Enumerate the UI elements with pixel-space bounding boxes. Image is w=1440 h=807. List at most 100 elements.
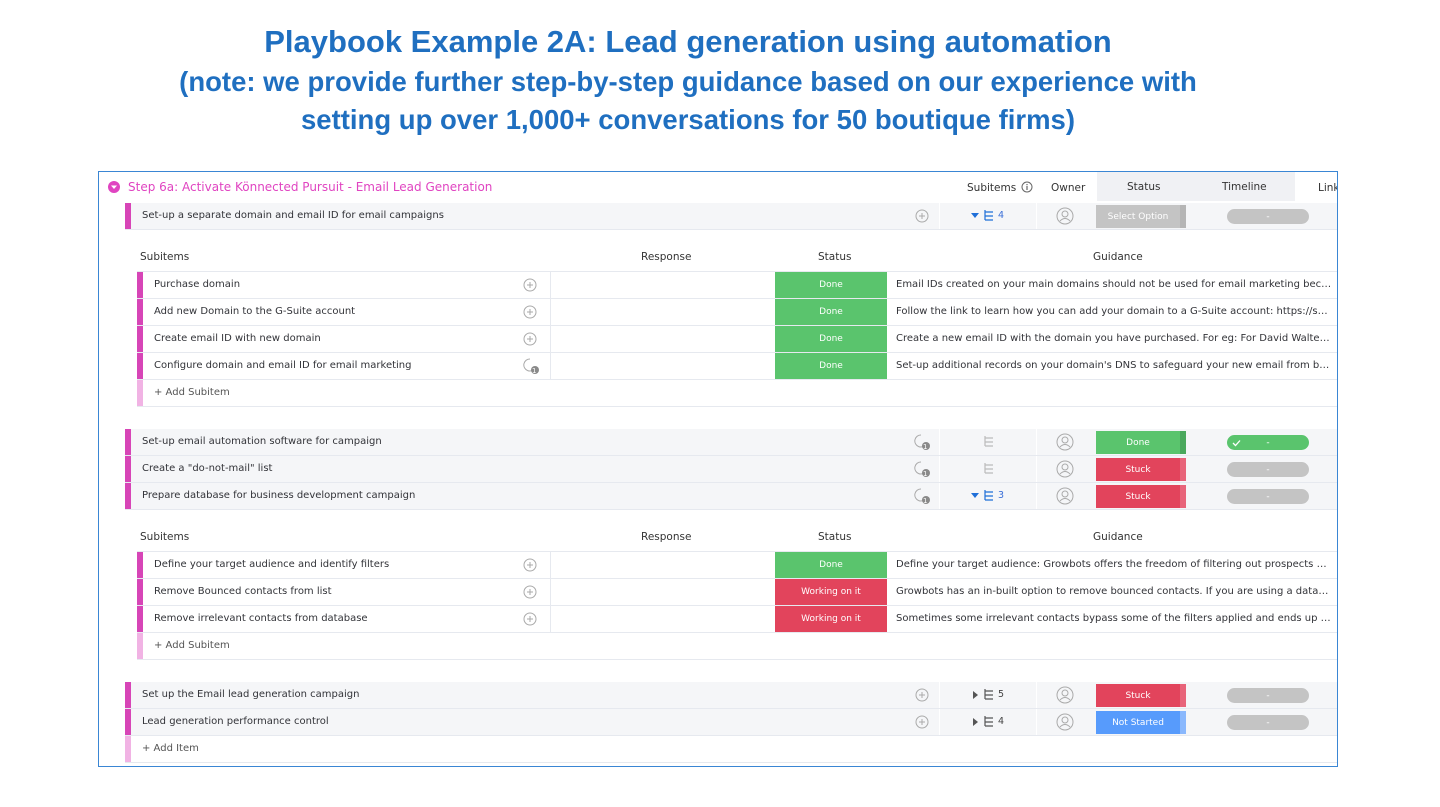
- item-name[interactable]: Set-up email automation software for cam…: [142, 436, 882, 447]
- guidance-text[interactable]: Sometimes some irrelevant contacts bypas…: [896, 613, 1332, 624]
- timeline-pill[interactable]: -: [1227, 688, 1309, 703]
- add-update-icon[interactable]: [523, 305, 537, 319]
- subtable-header-response[interactable]: Response: [641, 251, 691, 263]
- add-update-icon[interactable]: [523, 612, 537, 626]
- subitems-icon[interactable]: [983, 209, 995, 221]
- item-row[interactable]: Set-up a separate domain and email ID fo…: [125, 203, 1337, 230]
- add-subitem-button[interactable]: + Add Subitem: [154, 387, 230, 398]
- subitems-icon[interactable]: [983, 715, 995, 727]
- subitems-icon[interactable]: [983, 435, 995, 447]
- item-row[interactable]: Create a "do-not-mail" list 1 Stuck -: [125, 456, 1337, 483]
- column-header-status[interactable]: Status: [1127, 181, 1160, 193]
- subtable-header-status[interactable]: Status: [818, 251, 851, 263]
- add-update-icon[interactable]: [523, 332, 537, 346]
- subitem-row[interactable]: Remove irrelevant contacts from database…: [137, 606, 1337, 633]
- expand-subitems-icon[interactable]: [971, 213, 979, 219]
- status-badge[interactable]: Stuck: [1096, 458, 1180, 481]
- group-title[interactable]: Step 6a: Activate Könnected Pursuit - Em…: [128, 180, 492, 194]
- subitems-icon[interactable]: [983, 489, 995, 501]
- updates-bubble-icon[interactable]: [523, 358, 539, 374]
- updates-bubble-icon[interactable]: [914, 488, 930, 504]
- subtable-header-subitems[interactable]: Subitems: [140, 531, 189, 543]
- owner-avatar-icon[interactable]: [1056, 433, 1074, 451]
- item-row[interactable]: Prepare database for business developmen…: [125, 483, 1337, 510]
- column-header-subitems[interactable]: Subitems: [967, 182, 1016, 194]
- add-subitem-row[interactable]: + Add Subitem: [137, 380, 1337, 407]
- status-badge[interactable]: Done: [775, 552, 887, 578]
- add-update-icon[interactable]: [915, 715, 929, 729]
- item-row[interactable]: Set-up email automation software for cam…: [125, 429, 1337, 456]
- guidance-text[interactable]: Email IDs created on your main domains s…: [896, 279, 1332, 290]
- owner-avatar-icon[interactable]: [1056, 207, 1074, 225]
- subtable-header-response[interactable]: Response: [641, 531, 691, 543]
- add-update-icon[interactable]: [915, 209, 929, 223]
- timeline-pill[interactable]: -: [1227, 435, 1309, 450]
- guidance-text[interactable]: Define your target audience: Growbots of…: [896, 559, 1332, 570]
- item-name[interactable]: Set up the Email lead generation campaig…: [142, 689, 882, 700]
- item-row[interactable]: Set up the Email lead generation campaig…: [125, 682, 1337, 709]
- add-subitem-row[interactable]: + Add Subitem: [137, 633, 1337, 660]
- status-badge[interactable]: Done: [775, 272, 887, 298]
- updates-bubble-icon[interactable]: [914, 434, 930, 450]
- subitem-row[interactable]: Add new Domain to the G-Suite account Do…: [137, 299, 1337, 326]
- guidance-text[interactable]: Set-up additional records on your domain…: [896, 360, 1332, 371]
- status-badge[interactable]: Not Started: [1096, 711, 1180, 734]
- add-update-icon[interactable]: [523, 278, 537, 292]
- add-item-button[interactable]: + Add Item: [142, 743, 199, 754]
- owner-avatar-icon[interactable]: [1056, 686, 1074, 704]
- timeline-pill[interactable]: -: [1227, 462, 1309, 477]
- column-header-link[interactable]: Link: [1318, 182, 1337, 194]
- status-badge[interactable]: Select Option: [1096, 205, 1180, 228]
- status-badge[interactable]: Done: [775, 299, 887, 325]
- item-name[interactable]: Create a "do-not-mail" list: [142, 463, 882, 474]
- collapse-group-icon[interactable]: [108, 181, 120, 193]
- status-badge[interactable]: Working on it: [775, 606, 887, 632]
- subtable-header-guidance[interactable]: Guidance: [1093, 531, 1143, 543]
- subitem-row[interactable]: Remove Bounced contacts from list Workin…: [137, 579, 1337, 606]
- status-badge[interactable]: Stuck: [1096, 684, 1180, 707]
- add-update-icon[interactable]: [523, 585, 537, 599]
- column-header-timeline[interactable]: Timeline: [1222, 181, 1267, 193]
- owner-avatar-icon[interactable]: [1056, 487, 1074, 505]
- subitem-name[interactable]: Create email ID with new domain: [154, 333, 504, 344]
- status-badge[interactable]: Stuck: [1096, 485, 1180, 508]
- subitem-row[interactable]: Define your target audience and identify…: [137, 552, 1337, 579]
- subitem-name[interactable]: Configure domain and email ID for email …: [154, 360, 504, 371]
- add-item-row[interactable]: + Add Item: [125, 736, 1337, 763]
- guidance-text[interactable]: Growbots has an in-built option to remov…: [896, 586, 1332, 597]
- subitem-name[interactable]: Define your target audience and identify…: [154, 559, 504, 570]
- status-badge[interactable]: Done: [775, 353, 887, 379]
- subitems-icon[interactable]: [983, 462, 995, 474]
- timeline-pill[interactable]: -: [1227, 489, 1309, 504]
- guidance-text[interactable]: Follow the link to learn how you can add…: [896, 306, 1332, 317]
- item-name[interactable]: Set-up a separate domain and email ID fo…: [142, 210, 882, 221]
- subtable-header-status[interactable]: Status: [818, 531, 851, 543]
- expand-subitems-icon[interactable]: [973, 718, 979, 726]
- add-update-icon[interactable]: [523, 558, 537, 572]
- owner-avatar-icon[interactable]: [1056, 713, 1074, 731]
- timeline-pill[interactable]: -: [1227, 715, 1309, 730]
- subitem-name[interactable]: Remove Bounced contacts from list: [154, 586, 504, 597]
- item-name[interactable]: Prepare database for business developmen…: [142, 490, 882, 501]
- subitem-name[interactable]: Purchase domain: [154, 279, 504, 290]
- subtable-header-subitems[interactable]: Subitems: [140, 251, 189, 263]
- add-subitem-button[interactable]: + Add Subitem: [154, 640, 230, 651]
- subitem-name[interactable]: Add new Domain to the G-Suite account: [154, 306, 504, 317]
- guidance-text[interactable]: Create a new email ID with the domain yo…: [896, 333, 1332, 344]
- subtable-header-guidance[interactable]: Guidance: [1093, 251, 1143, 263]
- expand-subitems-icon[interactable]: [971, 493, 979, 499]
- status-badge[interactable]: Done: [775, 326, 887, 352]
- column-header-owner[interactable]: Owner: [1051, 182, 1085, 194]
- owner-avatar-icon[interactable]: [1056, 460, 1074, 478]
- status-badge[interactable]: Working on it: [775, 579, 887, 605]
- status-badge[interactable]: Done: [1096, 431, 1180, 454]
- add-update-icon[interactable]: [915, 688, 929, 702]
- subitem-row[interactable]: Create email ID with new domain Done Cre…: [137, 326, 1337, 353]
- updates-bubble-icon[interactable]: [914, 461, 930, 477]
- timeline-pill[interactable]: -: [1227, 209, 1309, 224]
- subitems-icon[interactable]: [983, 688, 995, 700]
- item-name[interactable]: Lead generation performance control: [142, 716, 882, 727]
- subitem-name[interactable]: Remove irrelevant contacts from database: [154, 613, 504, 624]
- subitem-row[interactable]: Configure domain and email ID for email …: [137, 353, 1337, 380]
- item-row[interactable]: Lead generation performance control 4 No…: [125, 709, 1337, 736]
